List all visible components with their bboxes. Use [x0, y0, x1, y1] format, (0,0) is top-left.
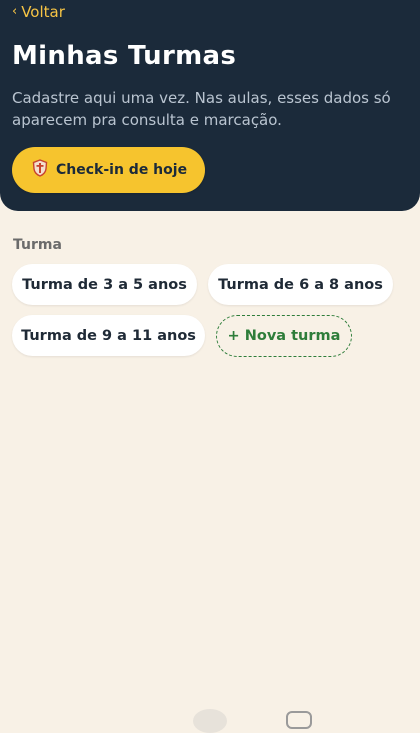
class-chip-label: Turma de 6 a 8 anos — [218, 276, 383, 293]
back-label: Voltar — [21, 2, 65, 21]
nav-home-icon[interactable] — [193, 709, 227, 733]
page-title: Minhas Turmas — [12, 40, 237, 71]
nav-tab-icon[interactable] — [286, 711, 312, 729]
class-chip-3-5[interactable]: Turma de 3 a 5 anos — [12, 264, 197, 305]
new-class-button[interactable]: + Nova turma — [216, 315, 352, 357]
shield-icon — [32, 158, 48, 181]
page-subtitle: Cadastre aqui uma vez. Nas aulas, esses … — [12, 88, 391, 129]
chevron-left-icon: ‹ — [12, 4, 18, 19]
new-class-label: + Nova turma — [227, 328, 341, 344]
class-chip-6-8[interactable]: Turma de 6 a 8 anos — [208, 264, 393, 305]
checkin-label: Check-in de hoje — [56, 161, 188, 178]
header: ‹ Voltar Minhas Turmas Cadastre aqui uma… — [0, 0, 420, 211]
bottom-nav-peek — [0, 709, 420, 733]
checkin-button[interactable]: Check-in de hoje — [12, 146, 206, 193]
section-label: Turma — [13, 237, 62, 253]
class-chip-9-11[interactable]: Turma de 9 a 11 anos — [12, 315, 205, 356]
class-chip-label: Turma de 9 a 11 anos — [21, 327, 196, 344]
class-list: Turma de 3 a 5 anos Turma de 6 a 8 anos … — [12, 264, 408, 357]
class-chip-label: Turma de 3 a 5 anos — [22, 276, 187, 293]
back-link[interactable]: ‹ Voltar — [12, 2, 65, 21]
